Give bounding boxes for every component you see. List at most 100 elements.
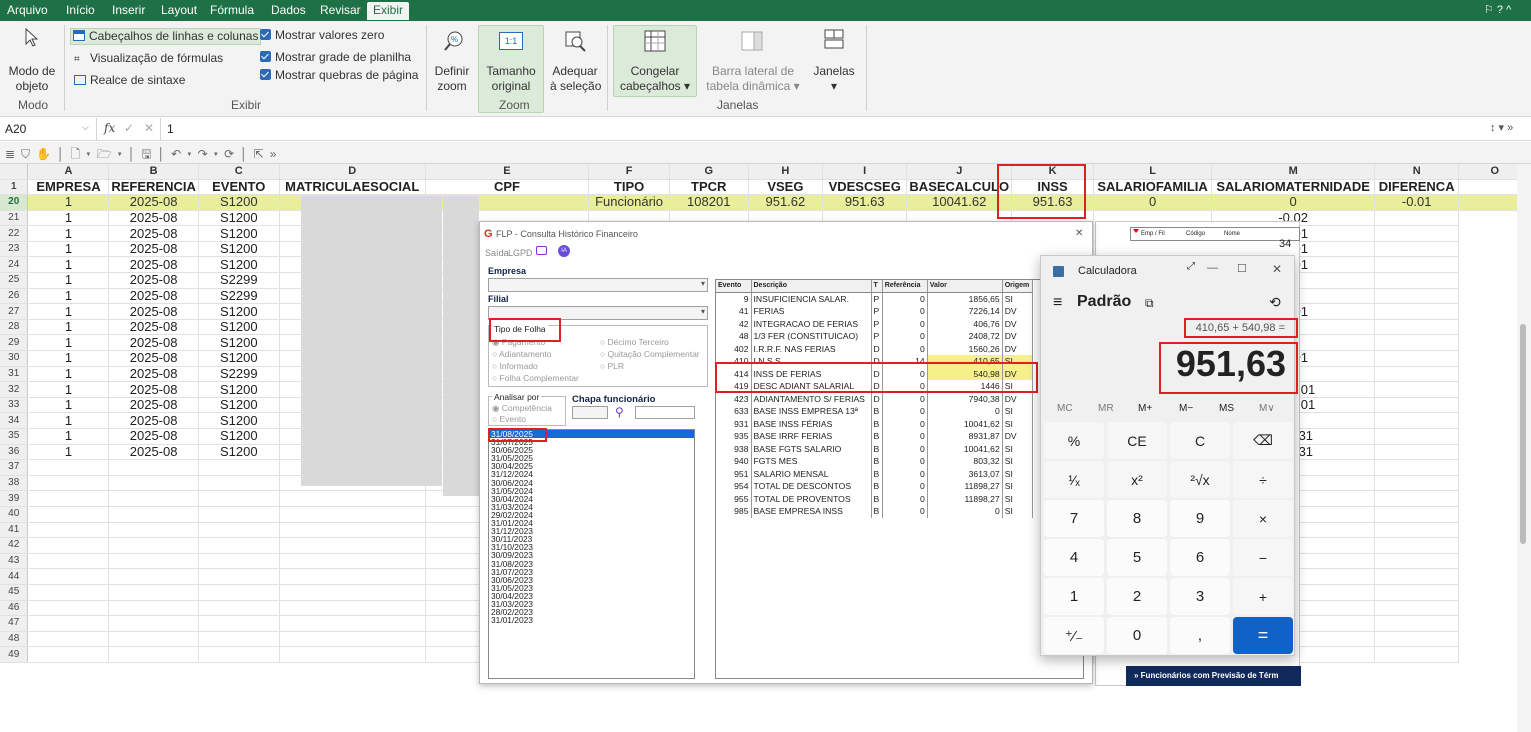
cell[interactable]: MATRICULAESOCIAL [279, 179, 426, 196]
cell[interactable] [1374, 256, 1460, 274]
row-number[interactable]: 24 [0, 256, 29, 274]
cell[interactable]: 951.63 [1011, 194, 1094, 211]
radio-competencia[interactable]: ◉ Competência [492, 403, 552, 414]
event-row[interactable]: 419 DESC ADIANT SALARIAL D 0 1446 SI [716, 380, 1033, 393]
radio-evento[interactable]: ○ Evento [492, 414, 526, 424]
cell[interactable] [1374, 288, 1460, 305]
cell[interactable]: -0.01 [1374, 194, 1460, 211]
cell[interactable]: 1 [27, 256, 110, 274]
cell[interactable]: VDESCSEG [822, 179, 908, 196]
calc-key[interactable]: CE [1107, 422, 1167, 459]
row-number[interactable]: 25 [0, 272, 29, 289]
cell[interactable] [27, 459, 110, 476]
cell[interactable]: 2025-08 [108, 428, 199, 445]
event-row[interactable]: 410 I N S S D 14 410,65 SI [716, 355, 1033, 368]
cell[interactable] [198, 553, 280, 570]
calc-key[interactable]: 3 [1170, 578, 1230, 615]
empresa-select[interactable]: ▾ [488, 278, 708, 292]
calc-key[interactable]: C [1170, 422, 1230, 459]
chevron-down-icon[interactable]: ⌵ [82, 122, 89, 133]
menu-arquivo[interactable]: Arquivo [7, 3, 48, 17]
cell[interactable] [1374, 615, 1460, 632]
mminus-button[interactable]: M− [1179, 403, 1193, 414]
cell[interactable]: S1200 [198, 256, 280, 274]
row-number[interactable]: 27 [0, 303, 29, 320]
cell[interactable] [27, 553, 110, 570]
hamburger-menu-icon[interactable]: ≡ [1053, 294, 1062, 312]
col-i-header[interactable]: I [822, 164, 908, 180]
menu-dados[interactable]: Dados [271, 3, 306, 17]
row-number[interactable]: 39 [0, 490, 29, 507]
scrollbar-thumb[interactable] [1520, 324, 1526, 544]
cell[interactable] [108, 490, 199, 507]
calc-key[interactable]: 5 [1107, 539, 1167, 576]
opt-valores-zero[interactable]: Mostrar valores zero [260, 28, 384, 43]
mr-button[interactable]: MR [1098, 403, 1114, 414]
cell[interactable] [108, 553, 199, 570]
cell[interactable] [1374, 210, 1460, 227]
mc-button[interactable]: MC [1057, 403, 1073, 414]
maximize-icon[interactable]: ☐ [1237, 262, 1247, 275]
radio-informado[interactable]: ○ Informado [492, 361, 538, 371]
cell[interactable]: 951.62 [748, 194, 824, 211]
monitor-icon[interactable] [536, 246, 547, 255]
event-row[interactable]: 633 BASE INSS EMPRESA 13ª B 0 0 SI [716, 405, 1033, 418]
cell[interactable]: 2025-08 [108, 381, 199, 398]
cell[interactable] [1374, 319, 1460, 336]
cell[interactable]: VSEG [748, 179, 824, 196]
row-number[interactable]: 44 [0, 568, 29, 585]
cell[interactable]: REFERENCIA [108, 179, 199, 196]
cell[interactable]: S2299 [198, 366, 280, 383]
row-number[interactable]: 38 [0, 475, 29, 492]
event-row[interactable]: 951 SALARIO MENSAL B 0 3613,07 SI [716, 467, 1033, 480]
row-number[interactable]: 34 [0, 412, 29, 429]
mlist-button[interactable]: M∨ [1259, 403, 1275, 414]
event-row[interactable]: 985 BASE EMPRESA INSS B 0 0 SI [716, 505, 1033, 518]
cell[interactable] [1374, 506, 1460, 523]
cell[interactable] [198, 475, 280, 492]
radio-pagamento[interactable]: ◉ Pagamento [492, 337, 545, 348]
row-number[interactable]: 30 [0, 350, 29, 367]
definir-zoom-button[interactable]: Definir zoom [432, 64, 472, 94]
col-d-header[interactable]: D [279, 164, 426, 180]
cell[interactable]: 2025-08 [108, 303, 199, 320]
col-b-header[interactable]: B [108, 164, 199, 180]
cancel-icon[interactable]: ✕ [144, 121, 154, 135]
calc-key[interactable]: ⁺⁄₋ [1044, 617, 1104, 654]
cell[interactable] [279, 600, 426, 617]
cell[interactable] [27, 475, 110, 492]
cell[interactable]: 2025-08 [108, 412, 199, 429]
cell[interactable]: 1 [27, 241, 110, 258]
row-number[interactable]: 36 [0, 444, 29, 461]
cell[interactable] [27, 646, 110, 663]
calc-key[interactable]: × [1233, 500, 1293, 537]
chapa-input[interactable] [572, 406, 608, 419]
col-c-header[interactable]: C [198, 164, 280, 180]
col-n-header[interactable]: N [1374, 164, 1460, 180]
row-number[interactable]: 31 [0, 366, 29, 383]
calc-key[interactable]: ¹⁄ₓ [1044, 461, 1104, 498]
cell[interactable]: 10041.62 [906, 194, 1013, 211]
opt-cabecalhos[interactable]: Cabeçalhos de linhas e colunas [70, 28, 262, 45]
modo-objeto-button[interactable]: Modo de objeto [4, 64, 60, 94]
cell[interactable]: 2025-08 [108, 194, 199, 211]
cell[interactable] [1374, 444, 1460, 461]
cell[interactable] [279, 553, 426, 570]
cell[interactable] [27, 631, 110, 648]
calc-key[interactable]: 2 [1107, 578, 1167, 615]
cell[interactable] [27, 600, 110, 617]
cell[interactable]: 2025-08 [108, 225, 199, 242]
cell[interactable]: 1 [27, 397, 110, 414]
cell[interactable]: SALARIOFAMILIA [1093, 179, 1213, 196]
event-row[interactable]: 42 INTEGRACAO DE FERIAS P 0 406,76 DV [716, 317, 1033, 330]
cell[interactable] [27, 506, 110, 523]
cell[interactable]: S1200 [198, 241, 280, 258]
event-row[interactable]: 931 BASE INSS FÉRIAS B 0 10041,62 SI [716, 417, 1033, 430]
radio-quitacao-complementar[interactable]: ○ Quitação Complementar [600, 349, 700, 359]
col-e-header[interactable]: E [425, 164, 590, 180]
cell[interactable]: 2025-08 [108, 241, 199, 258]
cell[interactable]: 108201 [669, 194, 749, 211]
cell[interactable] [198, 522, 280, 539]
ia-icon[interactable]: IA [558, 245, 570, 257]
flp-saida[interactable]: Saída [485, 248, 509, 258]
